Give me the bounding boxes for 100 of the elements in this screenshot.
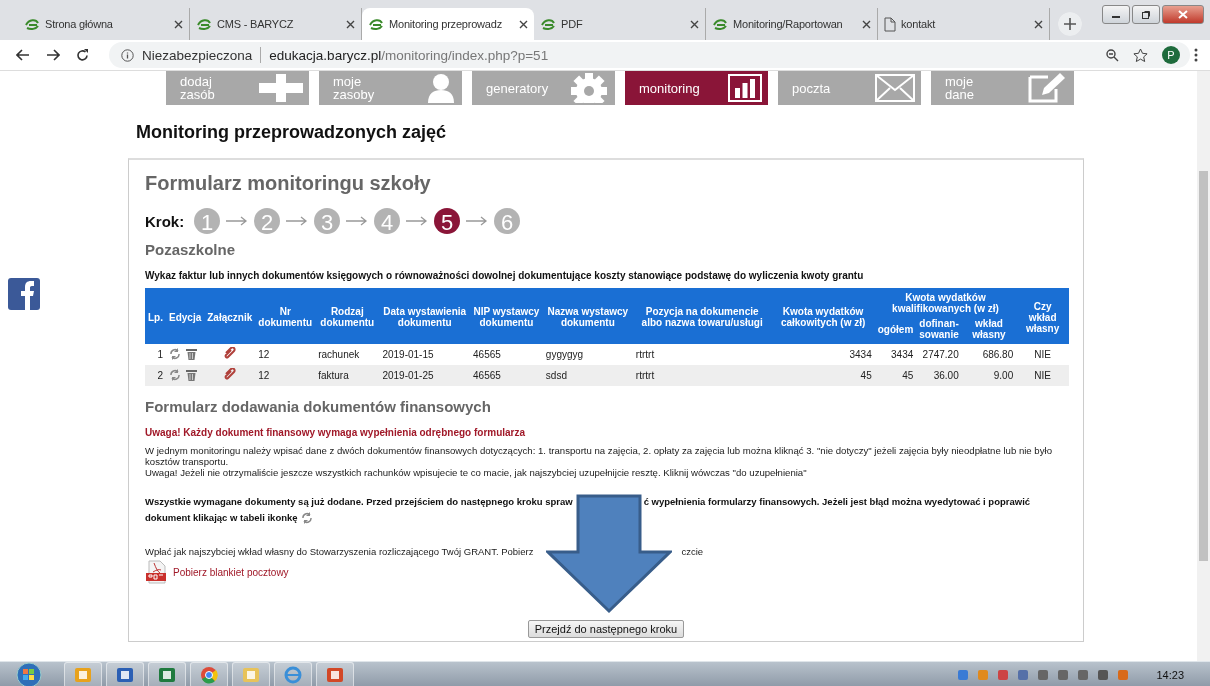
tray-icon[interactable] [1096, 668, 1111, 682]
arrow-icon [406, 216, 429, 226]
next-step-button[interactable]: Przejdź do następnego kroku [527, 620, 685, 638]
start-button[interactable] [14, 662, 44, 686]
logo-icon [368, 17, 384, 31]
status-text: ć wypełnienia formularzy finansowych. Jeżeli jest błąd można wyedytować i poprawić [643, 495, 1031, 509]
close-icon[interactable] [174, 19, 183, 29]
status-text: dokument klikając w tabeli ikonkę [145, 511, 298, 525]
menu-icon[interactable] [1194, 48, 1198, 62]
close-icon[interactable] [690, 19, 699, 29]
taskbar-button[interactable] [148, 662, 186, 686]
logo-icon [712, 17, 728, 31]
taskbar-button[interactable] [106, 662, 144, 686]
table-cell: 2747.20 [916, 344, 962, 365]
table-cell: rtrtrt [632, 365, 772, 386]
logo-icon [540, 17, 556, 31]
scrollbar[interactable] [1197, 71, 1210, 661]
table-cell: 3434 [771, 344, 875, 365]
paperclip-icon[interactable] [223, 368, 236, 381]
payment-text: czcie [681, 546, 704, 557]
step-circle: 5 [434, 208, 461, 234]
table-caption: Wykaz faktur lub innych dokumentów księgowych o równoważności dowolnej dokumentujące koszty stanowiące podstawę do wyliczenia kwoty grantu [145, 270, 865, 281]
restore-icon [1141, 10, 1151, 19]
arrow-icon [346, 216, 369, 226]
logo-icon [24, 17, 40, 31]
column-header: Nazwa wystawcy dokumentu [542, 288, 633, 344]
section-title: Formularz dodawania dokumentów finansowych [145, 398, 492, 415]
arrow-icon [226, 216, 249, 226]
table-cell: gygygyg [542, 344, 633, 365]
app-icon [116, 666, 134, 684]
back-icon[interactable] [16, 49, 30, 61]
app-icon [158, 666, 176, 684]
refresh-icon[interactable] [169, 368, 181, 381]
app-icon [74, 666, 92, 684]
section-title: Pozaszkolne [145, 241, 237, 258]
trash-icon[interactable] [186, 368, 197, 381]
refresh-icon[interactable] [169, 347, 181, 360]
step-circle: 3 [314, 208, 341, 234]
url-host: edukacja.barycz.pl [269, 47, 382, 63]
table-cell: 2019-01-15 [379, 344, 471, 365]
close-icon[interactable] [1034, 19, 1043, 29]
taskbar-button[interactable] [190, 662, 228, 686]
table-cell: rtrtrt [632, 344, 772, 365]
new-tab-icon[interactable] [1058, 12, 1082, 36]
tray-icon[interactable] [1036, 668, 1051, 682]
taskbar-button[interactable] [316, 662, 354, 686]
step-circle: 4 [374, 208, 401, 234]
table-cell: 12 [255, 344, 316, 365]
step-circle: 6 [494, 208, 521, 234]
table-cell: 2019-01-25 [379, 365, 471, 386]
minimize-button[interactable] [1102, 5, 1130, 24]
browser-tab[interactable]: Monitoring przeprowadz [362, 8, 534, 40]
star-icon[interactable] [1133, 48, 1148, 62]
column-header: Edycja [166, 288, 205, 344]
close-icon[interactable] [862, 19, 871, 29]
column-header: ogółem [874, 316, 917, 344]
table-cell: rachunek [315, 344, 380, 365]
taskbar-button[interactable] [274, 662, 312, 686]
table-cell: 45 [874, 365, 917, 386]
close-icon[interactable] [346, 19, 355, 29]
paperclip-icon[interactable] [223, 347, 236, 360]
step-circle: 2 [254, 208, 281, 234]
table-cell: NIE [1016, 365, 1069, 386]
table-cell: 45 [771, 365, 875, 386]
table-cell: 46565 [470, 365, 543, 386]
reload-icon[interactable] [76, 48, 89, 62]
form-title: Formularz monitoringu szkoły [145, 172, 432, 195]
clock: 14:23 [1156, 669, 1184, 681]
table-cell: 1 [145, 344, 166, 365]
nav-button[interactable]: monitoring [625, 71, 768, 105]
app-icon [200, 666, 218, 684]
column-header: NIP wystawcy dokumentu [470, 288, 543, 344]
tray-icon[interactable] [1056, 668, 1071, 682]
close-icon[interactable] [519, 19, 528, 29]
trash-icon[interactable] [186, 347, 197, 360]
info-text: W jednym monitoringu należy wpisać dane z dwóch dokumentów finansowych dotyczących: 1. transportu na zajęcia, 2. opłaty za zajęcia lub można kliknąć 3. "nie dotyczy" jeżeli zajęcia były nieodpłatne lub nie było kosztów transportu. [145, 445, 1053, 467]
download-link[interactable]: Pobierz blankiet pocztowy [173, 566, 289, 578]
restore-button[interactable] [1132, 5, 1160, 24]
table-cell: 12 [255, 365, 316, 386]
step-label: Krok: [145, 212, 185, 230]
status-text: Wszystkie wymagane dokumenty są już dodane. Przed przejściem do następnego kroku spraw [145, 495, 573, 509]
plus-icon [259, 74, 303, 102]
column-header: Kwota wydatków całkowitych (w zł) [771, 288, 875, 344]
zoom-icon[interactable] [1106, 48, 1119, 62]
person-icon [426, 73, 456, 103]
table-cell: 36.00 [916, 365, 962, 386]
table-cell: sdsd [542, 365, 633, 386]
app-icon [284, 666, 302, 684]
page-title: Monitoring przeprowadzonych zajęć [136, 122, 448, 144]
facebook-icon[interactable] [8, 278, 40, 310]
column-header: Kwota wydatków kwalifikowanych (w zł) [874, 288, 1017, 316]
forward-icon[interactable] [46, 49, 60, 61]
table-cell: 9.00 [961, 365, 1017, 386]
close-button[interactable] [1162, 5, 1204, 24]
arrow-icon [466, 216, 489, 226]
info-text: Uwaga! Jeżeli nie otrzymaliście jeszcze wszystkich rachunków wpisujecie te co macie, jak najszybciej uzupełnijcie resztę. Kliknij wówczas "do uzupełnienia" [145, 467, 808, 478]
tray-icon[interactable] [1076, 668, 1091, 682]
column-header: Czy wkład własny [1016, 288, 1069, 344]
table-cell: NIE [1016, 344, 1069, 365]
refresh-icon[interactable] [300, 512, 313, 524]
